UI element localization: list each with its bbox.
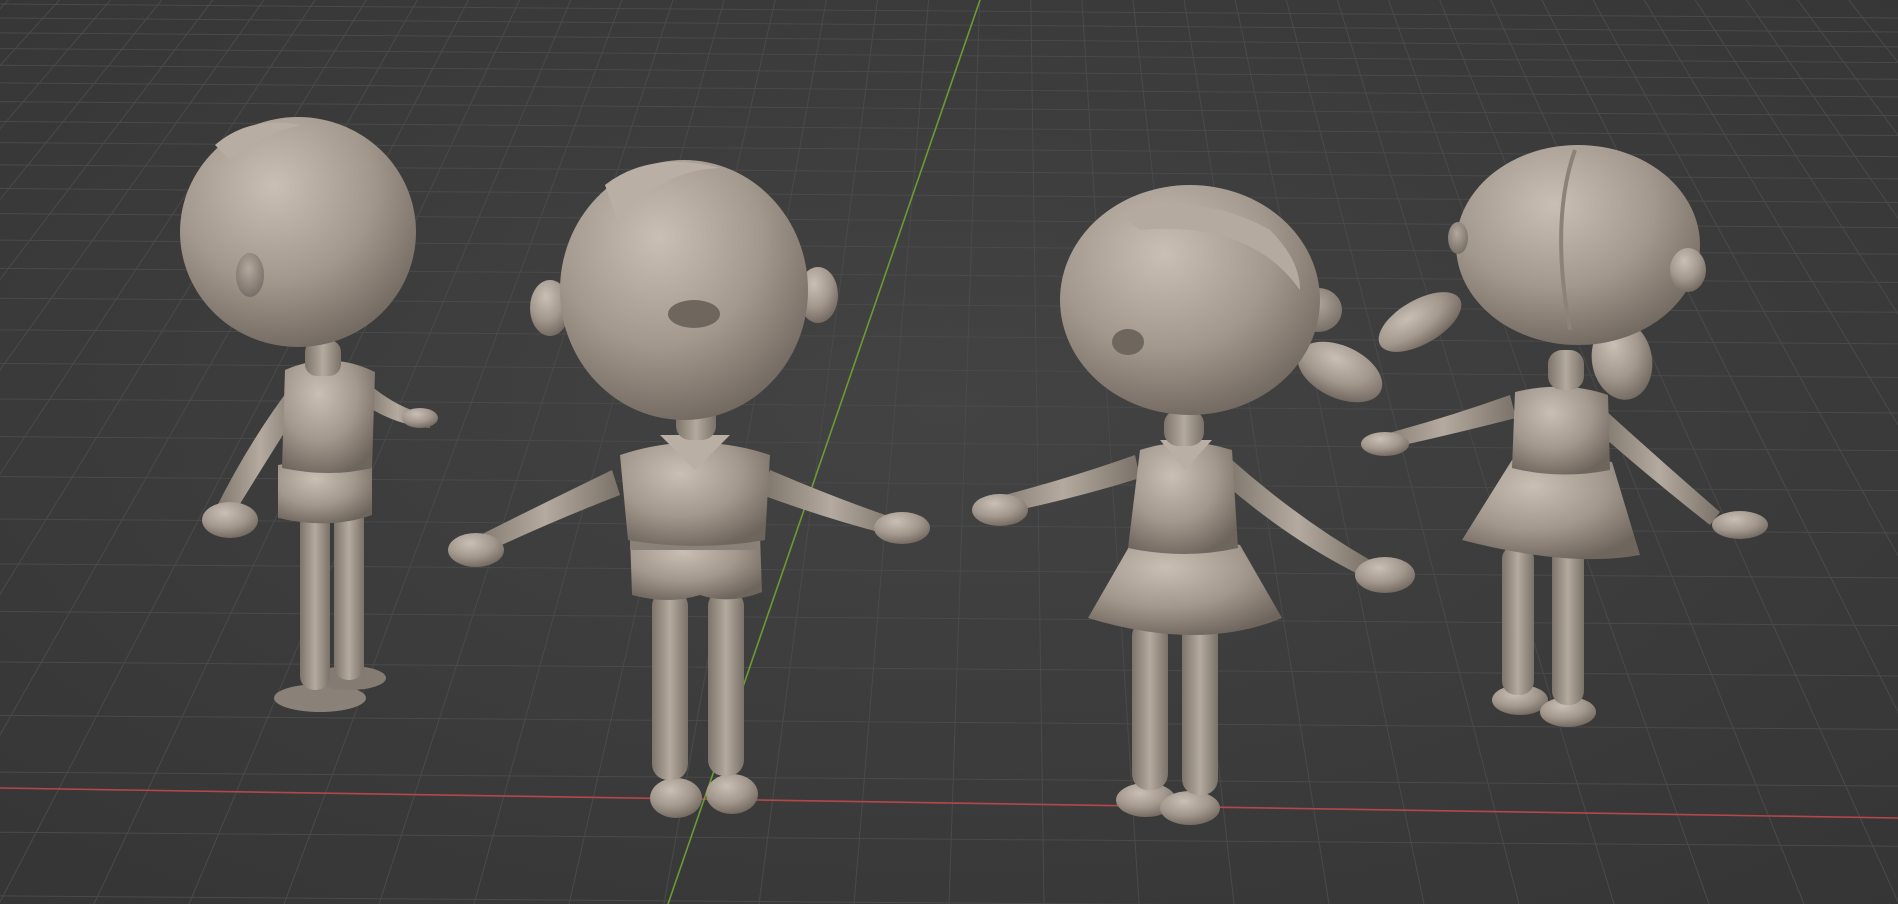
torso <box>1512 386 1610 475</box>
leg <box>334 505 364 680</box>
nose <box>668 300 720 328</box>
leg <box>708 590 744 776</box>
hand <box>202 502 258 538</box>
hand <box>1712 511 1768 539</box>
hand <box>1361 432 1409 456</box>
hand <box>1355 557 1415 593</box>
hand <box>972 494 1028 526</box>
leg <box>652 590 688 780</box>
3d-viewport[interactable] <box>0 0 1898 904</box>
neck <box>1548 350 1584 390</box>
viewport-canvas[interactable] <box>0 0 1898 904</box>
leg <box>1132 620 1168 790</box>
hand <box>448 533 504 567</box>
neck <box>1164 410 1204 446</box>
leg <box>1182 620 1218 795</box>
ear <box>236 253 264 297</box>
ear <box>1448 222 1468 254</box>
leg <box>1552 545 1584 705</box>
hand <box>874 512 930 544</box>
nose <box>1112 329 1144 355</box>
head <box>1456 145 1700 345</box>
head <box>180 117 416 347</box>
torso <box>282 360 375 473</box>
shoe <box>706 774 758 814</box>
hand <box>402 408 438 428</box>
shoe <box>1160 791 1220 825</box>
leg <box>300 510 330 690</box>
shoe <box>650 778 702 818</box>
head <box>560 160 808 420</box>
ear <box>1670 248 1706 292</box>
leg <box>1502 545 1534 695</box>
